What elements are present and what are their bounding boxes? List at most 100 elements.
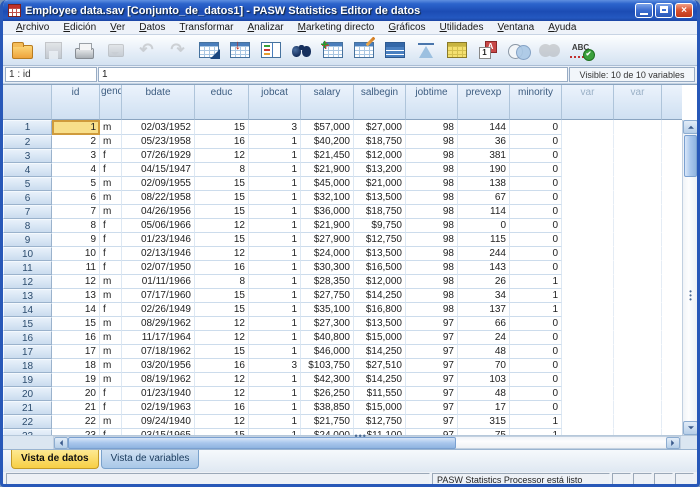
cell-21-educ[interactable]: 16: [195, 401, 249, 415]
cell-11-jobcat[interactable]: 1: [249, 261, 301, 275]
cell-13-educ[interactable]: 15: [195, 289, 249, 303]
cell-19-id[interactable]: 19: [52, 373, 100, 387]
cell-17-educ[interactable]: 15: [195, 345, 249, 359]
toolbar-goto-case-button[interactable]: [193, 36, 224, 64]
cell-1-jobtime[interactable]: 98: [406, 120, 458, 135]
cell-19-salbegin[interactable]: $14,250: [354, 373, 406, 387]
cell-10-var2[interactable]: [614, 247, 662, 261]
cell-17-jobcat[interactable]: 1: [249, 345, 301, 359]
cell-6-var2[interactable]: [614, 191, 662, 205]
cell-13-id[interactable]: 13: [52, 289, 100, 303]
cell-17-salbegin[interactable]: $14,250: [354, 345, 406, 359]
cell-2-prevexp[interactable]: 36: [458, 135, 510, 149]
cell-15-var1[interactable]: [562, 317, 614, 331]
cell-15-var2[interactable]: [614, 317, 662, 331]
menu-item-marketing-directo[interactable]: Marketing directo: [291, 22, 382, 33]
cell-2-jobtime[interactable]: 98: [406, 135, 458, 149]
cell-22-minority[interactable]: 1: [510, 415, 562, 429]
row-header-18[interactable]: 18: [3, 359, 52, 373]
scroll-down-button[interactable]: [683, 421, 697, 435]
cell-19-prevexp[interactable]: 103: [458, 373, 510, 387]
horizontal-scroll-thumb[interactable]: [68, 437, 456, 449]
column-header-gender[interactable]: gender: [100, 85, 122, 120]
cell-21-prevexp[interactable]: 17: [458, 401, 510, 415]
cell-19-educ[interactable]: 12: [195, 373, 249, 387]
menu-item-archivo[interactable]: Archivo: [9, 22, 56, 33]
cell-12-jobcat[interactable]: 1: [249, 275, 301, 289]
cell-14-jobtime[interactable]: 98: [406, 303, 458, 317]
cell-20-bdate[interactable]: 01/23/1940: [122, 387, 195, 401]
cell-5-minority[interactable]: 0: [510, 177, 562, 191]
cell-16-bdate[interactable]: 11/17/1964: [122, 331, 195, 345]
cell-18-minority[interactable]: 0: [510, 359, 562, 373]
cell-17-minority[interactable]: 0: [510, 345, 562, 359]
cell-11-gender[interactable]: f: [100, 261, 122, 275]
cell-9-jobcat[interactable]: 1: [249, 233, 301, 247]
toolbar-split-file-button[interactable]: [379, 36, 410, 64]
cell-11-salbegin[interactable]: $16,500: [354, 261, 406, 275]
cell-9-var1[interactable]: [562, 233, 614, 247]
cell-8-prevexp[interactable]: 0: [458, 219, 510, 233]
cell-15-gender[interactable]: m: [100, 317, 122, 331]
column-header-educ[interactable]: educ: [195, 85, 249, 120]
cell-15-minority[interactable]: 0: [510, 317, 562, 331]
toolbar-open-file-button[interactable]: [7, 36, 38, 64]
cell-19-minority[interactable]: 0: [510, 373, 562, 387]
cell-8-salbegin[interactable]: $9,750: [354, 219, 406, 233]
cell-4-var1[interactable]: [562, 163, 614, 177]
menu-item-ventana[interactable]: Ventana: [490, 22, 541, 33]
cell-19-jobcat[interactable]: 1: [249, 373, 301, 387]
toolbar-use-variable-sets-button[interactable]: [503, 36, 534, 64]
cell-7-jobtime[interactable]: 98: [406, 205, 458, 219]
cell-21-minority[interactable]: 0: [510, 401, 562, 415]
cell-10-minority[interactable]: 0: [510, 247, 562, 261]
cell-16-salbegin[interactable]: $15,000: [354, 331, 406, 345]
cell-9-gender[interactable]: f: [100, 233, 122, 247]
column-header-salary[interactable]: salary: [301, 85, 354, 120]
cell-1-var2[interactable]: [614, 120, 662, 135]
cell-3-var2[interactable]: [614, 149, 662, 163]
toolbar-value-labels-button[interactable]: [472, 36, 503, 64]
cell-20-salbegin[interactable]: $11,550: [354, 387, 406, 401]
cell-11-educ[interactable]: 16: [195, 261, 249, 275]
cell-8-educ[interactable]: 12: [195, 219, 249, 233]
cell-7-salbegin[interactable]: $18,750: [354, 205, 406, 219]
cell-11-prevexp[interactable]: 143: [458, 261, 510, 275]
cell-12-salbegin[interactable]: $12,000: [354, 275, 406, 289]
cell-6-bdate[interactable]: 08/22/1958: [122, 191, 195, 205]
cell-18-var1[interactable]: [562, 359, 614, 373]
cell-15-bdate[interactable]: 08/29/1962: [122, 317, 195, 331]
row-header-19[interactable]: 19: [3, 373, 52, 387]
cell-11-minority[interactable]: 0: [510, 261, 562, 275]
cell-13-bdate[interactable]: 07/17/1960: [122, 289, 195, 303]
cell-10-salbegin[interactable]: $13,500: [354, 247, 406, 261]
cell-1-gender[interactable]: m: [100, 120, 122, 135]
cell-12-educ[interactable]: 8: [195, 275, 249, 289]
cell-22-jobtime[interactable]: 97: [406, 415, 458, 429]
cell-18-gender[interactable]: m: [100, 359, 122, 373]
cell-22-id[interactable]: 22: [52, 415, 100, 429]
cell-1-educ[interactable]: 15: [195, 120, 249, 135]
cell-4-educ[interactable]: 8: [195, 163, 249, 177]
cell-12-gender[interactable]: m: [100, 275, 122, 289]
cell-12-salary[interactable]: $28,350: [301, 275, 354, 289]
cell-3-var1[interactable]: [562, 149, 614, 163]
cell-18-jobcat[interactable]: 3: [249, 359, 301, 373]
row-header-16[interactable]: 16: [3, 331, 52, 345]
cell-3-jobcat[interactable]: 1: [249, 149, 301, 163]
cell-22-prevexp[interactable]: 315: [458, 415, 510, 429]
cell-10-salary[interactable]: $24,000: [301, 247, 354, 261]
row-header-10[interactable]: 10: [3, 247, 52, 261]
row-header-15[interactable]: 15: [3, 317, 52, 331]
row-header-11[interactable]: 11: [3, 261, 52, 275]
cell-2-id[interactable]: 2: [52, 135, 100, 149]
cell-13-jobcat[interactable]: 1: [249, 289, 301, 303]
cell-20-var2[interactable]: [614, 387, 662, 401]
cell-7-bdate[interactable]: 04/26/1956: [122, 205, 195, 219]
menu-item-ver[interactable]: Ver: [103, 22, 132, 33]
cell-14-id[interactable]: 14: [52, 303, 100, 317]
cell-14-educ[interactable]: 15: [195, 303, 249, 317]
cell-2-salary[interactable]: $40,200: [301, 135, 354, 149]
cell-14-gender[interactable]: f: [100, 303, 122, 317]
vertical-scroll-thumb[interactable]: [684, 135, 697, 177]
